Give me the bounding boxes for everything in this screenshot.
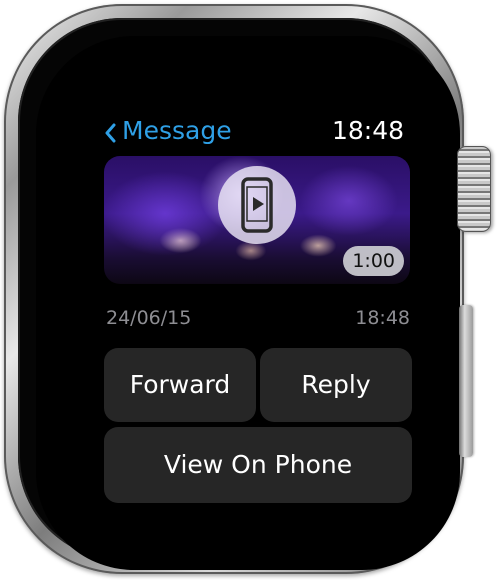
forward-button[interactable]: Forward <box>104 348 256 422</box>
watch-screen: Message 18:48 1:00 24/06/15 18:48 Forwar… <box>36 36 460 570</box>
clock-time: 18:48 <box>331 116 404 145</box>
digital-crown[interactable] <box>457 146 491 232</box>
message-time: 18:48 <box>355 307 410 329</box>
phone-play-icon[interactable] <box>218 166 296 244</box>
side-button[interactable] <box>459 305 473 457</box>
watch-case: Message 18:48 1:00 24/06/15 18:48 Forwar… <box>4 4 464 574</box>
duration-badge: 1:00 <box>343 246 404 276</box>
message-date: 24/06/15 <box>106 307 192 329</box>
video-preview[interactable]: 1:00 <box>104 156 410 284</box>
back-button-label[interactable]: Message <box>122 114 232 148</box>
view-on-phone-button[interactable]: View On Phone <box>104 427 412 503</box>
chevron-left-icon[interactable] <box>102 118 122 148</box>
watch-bezel: Message 18:48 1:00 24/06/15 18:48 Forwar… <box>18 18 460 570</box>
reply-button[interactable]: Reply <box>260 348 412 422</box>
